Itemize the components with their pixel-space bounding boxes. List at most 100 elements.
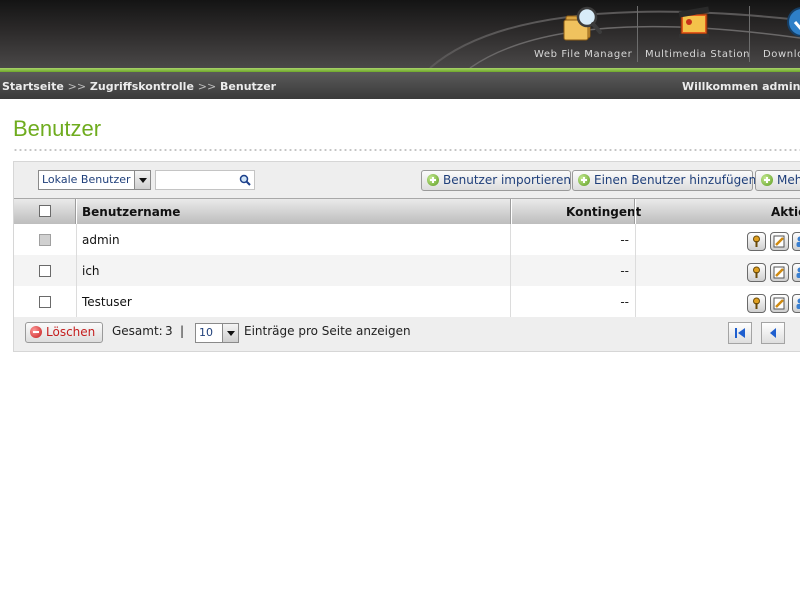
users-icon: [796, 298, 800, 309]
total-label: Gesamt:: [112, 324, 163, 338]
table-row: admin --: [14, 224, 800, 255]
add-user-button[interactable]: Einen Benutzer hinzufügen: [572, 170, 757, 191]
cell-divider: [635, 286, 636, 317]
per-page-select[interactable]: 10: [195, 323, 239, 343]
breadcrumb-bar: Startseite >> Zugriffskontrolle >> Benut…: [0, 72, 800, 99]
change-password-button[interactable]: [747, 294, 766, 313]
column-header-actions: Aktio: [771, 205, 800, 219]
first-page-button[interactable]: [728, 322, 752, 344]
change-password-button[interactable]: [747, 263, 766, 282]
user-groups-button[interactable]: [792, 232, 800, 251]
breadcrumb-separator: >>: [67, 80, 87, 93]
users-icon: [796, 236, 800, 247]
add-circle-icon: [427, 174, 439, 186]
cell-divider: [635, 255, 636, 286]
user-scope-value: Lokale Benutzer: [42, 173, 131, 186]
table-row: ich --: [14, 255, 800, 286]
chevron-down-icon[interactable]: [134, 171, 150, 189]
top-banner: Web File Manager Multimedia Station Down…: [0, 0, 800, 68]
app-label: Web File Manager: [534, 49, 633, 60]
previous-page-icon: [770, 328, 776, 338]
breadcrumb-separator: >>: [197, 80, 217, 93]
breadcrumb-item-startseite[interactable]: Startseite: [2, 80, 64, 93]
per-page-label: Einträge pro Seite anzeigen: [244, 324, 411, 338]
edit-user-button[interactable]: [770, 263, 789, 282]
app-multimedia-station[interactable]: Multimedia Station: [645, 4, 751, 66]
users-toolbar: Lokale Benutzer Benutzer importieren Ein…: [14, 162, 800, 198]
app-divider: [749, 6, 750, 62]
import-users-label: Benutzer importieren: [443, 173, 571, 187]
user-scope-select[interactable]: Lokale Benutzer: [38, 170, 151, 190]
search-input[interactable]: [155, 170, 255, 190]
cell-divider: [76, 286, 77, 317]
row-checkbox[interactable]: [39, 265, 51, 277]
first-page-icon: [735, 328, 745, 338]
cell-divider: [76, 224, 77, 255]
import-users-button[interactable]: Benutzer importieren: [421, 170, 571, 191]
total-count: 3: [165, 324, 173, 338]
change-password-button[interactable]: [747, 232, 766, 251]
column-header-quota[interactable]: Kontingent: [566, 205, 641, 219]
table-row: Testuser --: [14, 286, 800, 317]
add-circle-icon: [761, 174, 773, 186]
breadcrumb-item-benutzer: Benutzer: [220, 80, 277, 93]
breadcrumb: Startseite >> Zugriffskontrolle >> Benut…: [2, 80, 276, 93]
edit-icon: [773, 297, 785, 310]
app-download-station[interactable]: Downlo: [758, 4, 800, 66]
chevron-down-icon[interactable]: [222, 324, 238, 342]
breadcrumb-item-zugriffskontrolle[interactable]: Zugriffskontrolle: [90, 80, 194, 93]
footer-divider: |: [180, 324, 185, 338]
add-user-label: Einen Benutzer hinzufügen: [594, 173, 757, 187]
key-icon: [753, 266, 760, 278]
app-label: Downlo: [763, 49, 800, 60]
add-circle-icon: [578, 174, 590, 186]
download-icon: [787, 7, 800, 37]
search-icon[interactable]: [239, 174, 251, 186]
magnifier-folder-icon: [563, 6, 602, 41]
edit-user-button[interactable]: [770, 294, 789, 313]
key-icon: [753, 297, 760, 309]
multimedia-icon: [678, 6, 710, 38]
quota-cell: --: [620, 295, 629, 309]
username-cell: Testuser: [82, 295, 132, 309]
remove-circle-icon: [30, 326, 42, 338]
row-checkbox: [39, 234, 51, 246]
username-cell: ich: [82, 264, 100, 278]
column-divider: [634, 199, 636, 224]
more-users-button[interactable]: Meh: [755, 170, 800, 191]
delete-button[interactable]: Löschen: [25, 322, 103, 343]
cell-divider: [510, 224, 511, 255]
edit-icon: [773, 266, 785, 279]
quota-cell: --: [620, 264, 629, 278]
dotted-divider: [13, 149, 800, 151]
users-icon: [796, 267, 800, 278]
user-groups-button[interactable]: [792, 294, 800, 313]
column-divider: [75, 199, 77, 224]
table-header: Benutzername Kontingent Aktio: [14, 198, 800, 225]
welcome-text: Willkommen admin |: [682, 80, 800, 93]
table-footer: Löschen Gesamt: 3 | 10 Einträge pro Seit…: [14, 316, 800, 351]
delete-label: Löschen: [46, 325, 96, 339]
username-cell: admin: [82, 233, 120, 247]
cell-divider: [510, 286, 511, 317]
column-divider: [510, 199, 512, 224]
app-divider: [637, 6, 638, 62]
edit-icon: [773, 235, 785, 248]
previous-page-button[interactable]: [761, 322, 785, 344]
per-page-value: 10: [199, 326, 213, 339]
edit-user-button[interactable]: [770, 232, 789, 251]
user-groups-button[interactable]: [792, 263, 800, 282]
select-all-checkbox[interactable]: [39, 205, 51, 217]
page-title: Benutzer: [13, 116, 102, 141]
cell-divider: [635, 224, 636, 255]
app-label: Multimedia Station: [645, 49, 751, 60]
row-checkbox[interactable]: [39, 296, 51, 308]
key-icon: [753, 235, 760, 247]
column-header-username[interactable]: Benutzername: [82, 205, 180, 219]
app-web-file-manager[interactable]: Web File Manager: [534, 4, 633, 66]
users-panel: Lokale Benutzer Benutzer importieren Ein…: [13, 161, 800, 352]
quota-cell: --: [620, 233, 629, 247]
cell-divider: [76, 255, 77, 286]
more-users-label: Meh: [777, 173, 800, 187]
cell-divider: [510, 255, 511, 286]
